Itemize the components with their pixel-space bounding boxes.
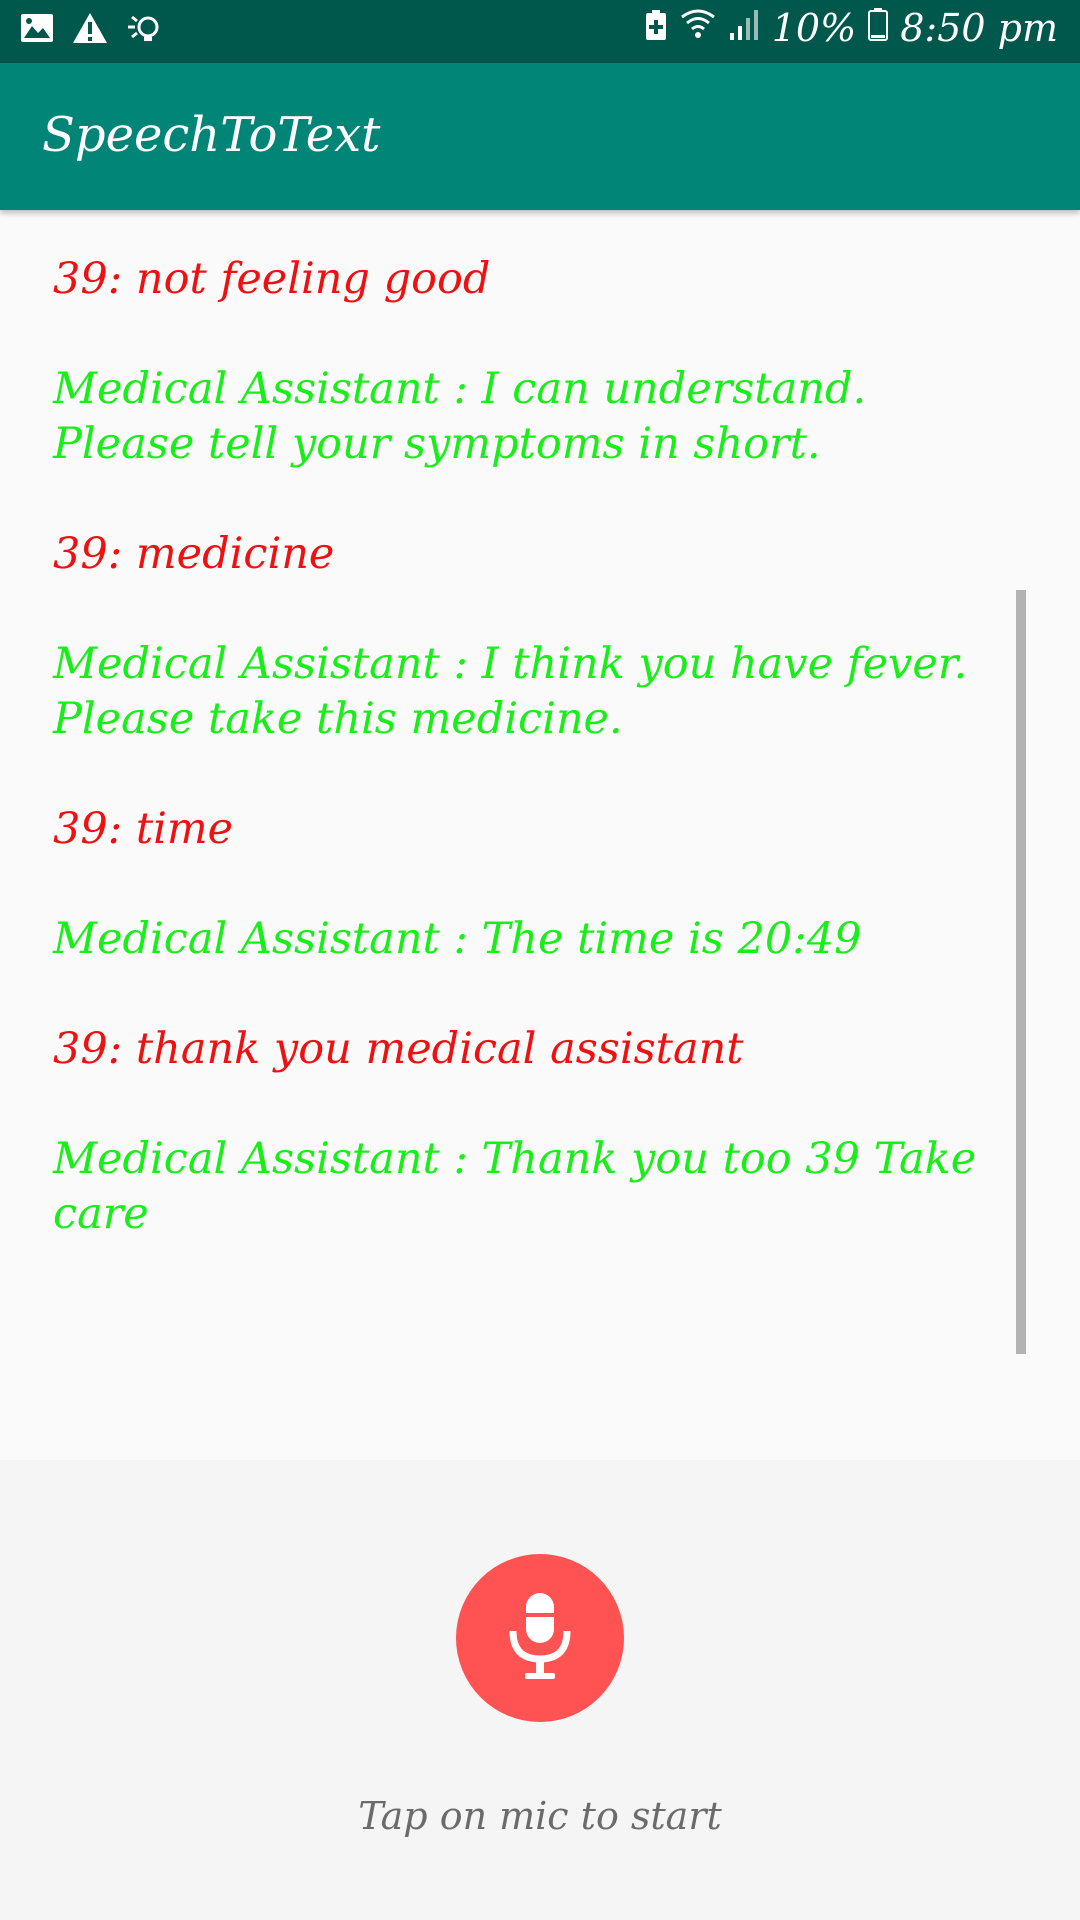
signal-icon — [728, 6, 760, 50]
app-title: SpeechToText — [42, 107, 381, 163]
assistant-message: Medical Assistant : Thank you too 39 Tak… — [53, 1134, 977, 1239]
lightbulb-icon — [126, 12, 166, 48]
app-bar: SpeechToText — [0, 63, 1080, 210]
microphone-icon — [505, 1587, 575, 1690]
battery-saver-icon — [644, 6, 668, 50]
assistant-message: Medical Assistant : The time is 20:49 — [53, 914, 862, 964]
user-message: 39: not feeling good — [53, 254, 491, 304]
mic-button[interactable] — [456, 1554, 624, 1722]
conversation-list[interactable]: 39: not feeling good Medical Assistant :… — [0, 210, 1080, 1460]
battery-icon — [868, 6, 889, 50]
status-right: 10% 8:50 pm — [644, 6, 1058, 50]
wifi-icon — [680, 6, 716, 50]
status-left-icons — [20, 12, 166, 48]
user-message: 39: thank you medical assistant — [53, 1024, 744, 1074]
image-icon — [20, 13, 54, 47]
user-message: 39: time — [53, 804, 234, 854]
assistant-message: Medical Assistant : I think you have fev… — [53, 639, 968, 744]
status-bar: 10% 8:50 pm — [0, 0, 1080, 63]
mic-hint: Tap on mic to start — [358, 1794, 722, 1838]
mic-panel: Tap on mic to start — [0, 1460, 1080, 1920]
status-time: 8:50 pm — [900, 6, 1058, 50]
scrollbar[interactable] — [1016, 590, 1026, 1354]
warning-icon — [72, 12, 108, 48]
battery-percent: 10% — [771, 6, 857, 50]
user-message: 39: medicine — [53, 529, 335, 579]
assistant-message: Medical Assistant : I can understand. Pl… — [53, 364, 867, 469]
